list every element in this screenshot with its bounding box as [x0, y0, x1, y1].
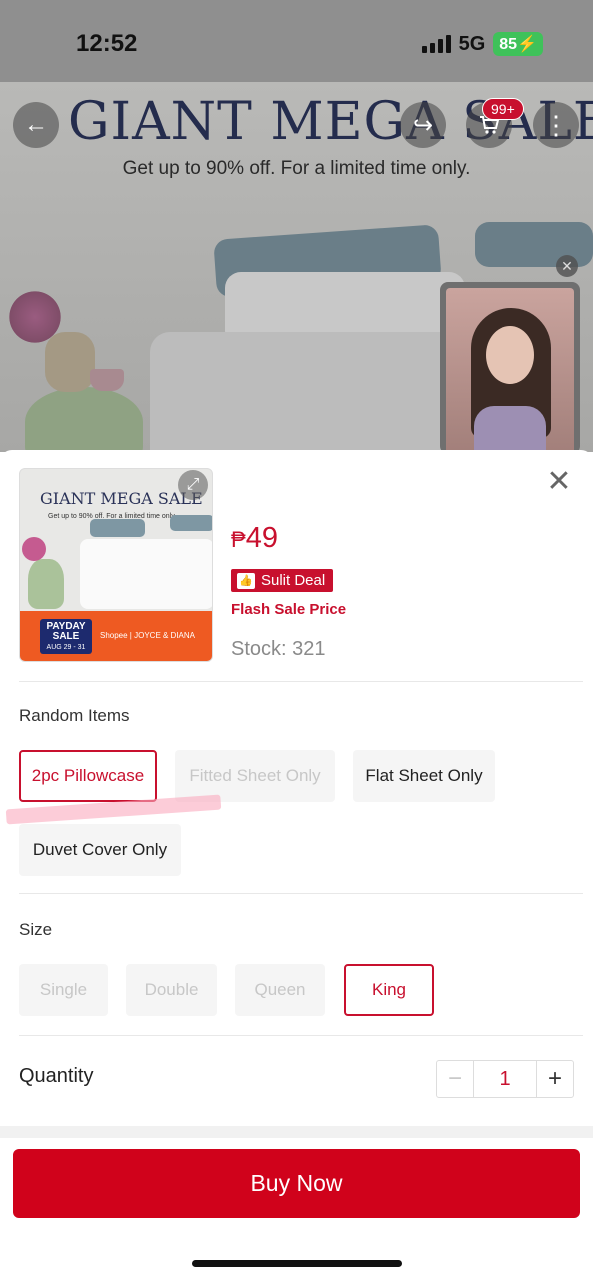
- live-video-preview[interactable]: [440, 282, 580, 452]
- quantity-stepper: − 1 +: [436, 1060, 574, 1098]
- close-icon: ✕: [561, 257, 573, 274]
- flash-sale-label: Flash Sale Price: [231, 601, 347, 618]
- quantity-increase-button[interactable]: +: [536, 1061, 573, 1097]
- product-page-background: GIANT MEGA SALE Get up to 90% off. For a…: [0, 82, 593, 452]
- option-flat-sheet-only[interactable]: Flat Sheet Only: [353, 750, 495, 802]
- option-fitted-sheet-only[interactable]: Fitted Sheet Only: [175, 750, 335, 802]
- price-amount: 49: [245, 522, 278, 554]
- thumbnail-brands: Shopee | JOYCE & DIANA: [100, 631, 196, 640]
- close-sheet-button[interactable]: ✕: [545, 465, 573, 498]
- divider: [19, 681, 583, 682]
- random-items-label: Random Items: [19, 706, 130, 725]
- size-king[interactable]: King: [344, 964, 434, 1016]
- cart-count-badge: 99+: [482, 98, 524, 120]
- stock-count: Stock: 321: [231, 638, 326, 660]
- battery-indicator: 85⚡: [493, 32, 543, 56]
- back-button[interactable]: ←: [13, 102, 59, 148]
- size-single[interactable]: Single: [19, 964, 108, 1016]
- variation-bottom-sheet: GIANT MEGA SALE Get up to 90% off. For a…: [0, 450, 593, 1280]
- quantity-value[interactable]: 1: [474, 1061, 536, 1097]
- more-vertical-icon: ⋮: [543, 110, 569, 140]
- close-icon: ✕: [546, 465, 572, 498]
- bed-image: [80, 539, 212, 609]
- section-separator: [0, 1126, 593, 1138]
- status-indicators: 5G 85⚡: [421, 32, 543, 56]
- divider: [19, 893, 583, 894]
- more-button[interactable]: ⋮: [533, 102, 579, 148]
- quantity-decrease-button[interactable]: −: [437, 1061, 474, 1097]
- share-button[interactable]: ↪: [400, 102, 446, 148]
- size-double[interactable]: Double: [126, 964, 217, 1016]
- expand-icon[interactable]: ⤢: [178, 470, 208, 500]
- home-indicator[interactable]: [192, 1260, 402, 1267]
- signal-icon: [421, 35, 451, 53]
- flower-image: [22, 537, 46, 561]
- thumbs-up-icon: 👍: [237, 572, 255, 589]
- price-currency: ₱: [231, 527, 246, 552]
- thumbnail-title: GIANT MEGA SALE: [40, 489, 203, 508]
- side-table-image: [25, 387, 143, 452]
- close-live-preview-button[interactable]: ✕: [556, 255, 578, 277]
- size-label: Size: [19, 920, 53, 939]
- option-duvet-cover-only[interactable]: Duvet Cover Only: [19, 824, 181, 876]
- status-time: 12:52: [76, 30, 138, 57]
- vase-image: [28, 559, 64, 609]
- sulit-deal-badge: 👍 Sulit Deal: [231, 569, 334, 592]
- cup-image: [90, 369, 124, 391]
- status-bar: 12:52 5G 85⚡: [0, 0, 593, 82]
- network-type: 5G: [458, 32, 486, 55]
- buy-now-button[interactable]: Buy Now: [13, 1149, 580, 1218]
- payday-sale-logo: PAYDAY SALE AUG 29 - 31: [40, 619, 92, 654]
- banner-subtitle: Get up to 90% off. For a limited time on…: [122, 158, 471, 179]
- flower-image: [5, 287, 65, 347]
- divider: [19, 1035, 583, 1036]
- share-icon: ↪: [412, 111, 434, 139]
- size-queen[interactable]: Queen: [235, 964, 325, 1016]
- back-arrow-icon: ←: [24, 111, 48, 138]
- price: ₱49: [231, 522, 278, 555]
- option-2pc-pillowcase[interactable]: 2pc Pillowcase: [19, 750, 157, 802]
- quantity-label: Quantity: [19, 1065, 94, 1087]
